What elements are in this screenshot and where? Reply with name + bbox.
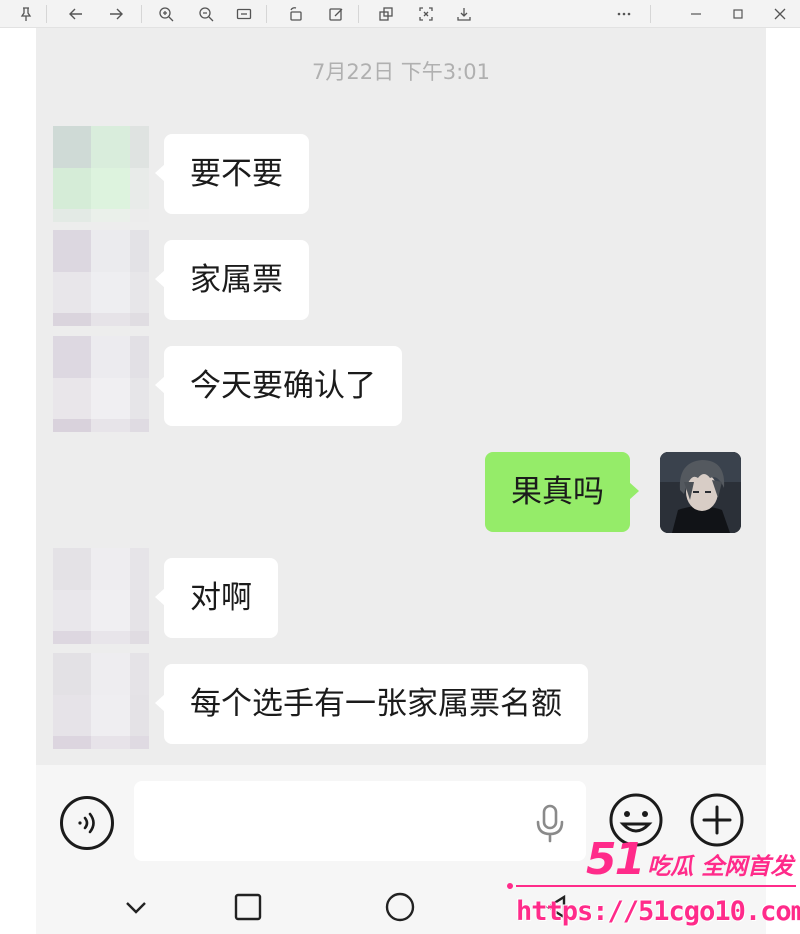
copy-image-icon[interactable]	[376, 4, 396, 24]
contact-avatar[interactable]	[53, 548, 149, 644]
microphone-icon[interactable]	[534, 803, 566, 843]
contact-avatar[interactable]	[53, 126, 149, 222]
message-input[interactable]	[134, 781, 586, 861]
message-timestamp: 7月22日 下午3:01	[312, 60, 490, 84]
rotate-icon[interactable]	[286, 4, 306, 24]
zoom-out-icon[interactable]	[196, 4, 216, 24]
maximize-icon[interactable]	[728, 4, 748, 24]
chat-bubble-incoming[interactable]: 家属票	[155, 240, 309, 320]
contact-avatar[interactable]	[53, 336, 149, 432]
voice-icon	[78, 812, 95, 834]
chat-bubble-incoming[interactable]: 对啊	[155, 558, 278, 638]
chat-bubble-incoming[interactable]: 要不要	[155, 134, 309, 214]
edit-icon[interactable]	[326, 4, 346, 24]
contact-avatar[interactable]	[53, 230, 149, 326]
more-icon[interactable]	[614, 4, 634, 24]
forward-arrow-icon[interactable]	[106, 4, 126, 24]
watermark-divider	[507, 883, 796, 889]
circle-icon[interactable]	[380, 887, 420, 927]
close-icon[interactable]	[770, 4, 790, 24]
chat-bubble-outgoing[interactable]: 果真吗	[485, 452, 639, 532]
image-viewer-toolbar	[0, 0, 800, 28]
chat-screen: 7月22日 下午3:01 要不要 家属票 今天要确认了 果真吗 对啊 每个选手有…	[36, 28, 766, 934]
pin-icon[interactable]	[16, 4, 36, 24]
chat-bubble-incoming[interactable]: 每个选手有一张家属票名额	[155, 664, 588, 744]
square-icon[interactable]	[228, 887, 268, 927]
minimize-icon[interactable]	[686, 4, 706, 24]
crop-icon[interactable]	[416, 4, 436, 24]
watermark-logo-text: 吃瓜 全网首发	[647, 854, 794, 880]
fit-width-icon[interactable]	[234, 4, 254, 24]
voice-button[interactable]	[60, 796, 114, 850]
watermark-logo-number: 51	[586, 834, 645, 885]
my-avatar[interactable]	[660, 452, 741, 533]
watermark-logo: 51 吃瓜 全网首发	[586, 834, 793, 885]
contact-avatar[interactable]	[53, 653, 149, 749]
watermark-url: https://51cgo10.com	[516, 896, 800, 927]
zoom-in-icon[interactable]	[156, 4, 176, 24]
back-arrow-icon[interactable]	[66, 4, 86, 24]
chat-bubble-incoming[interactable]: 今天要确认了	[155, 346, 402, 426]
chevron-down-icon[interactable]	[116, 887, 156, 927]
download-icon[interactable]	[454, 4, 474, 24]
